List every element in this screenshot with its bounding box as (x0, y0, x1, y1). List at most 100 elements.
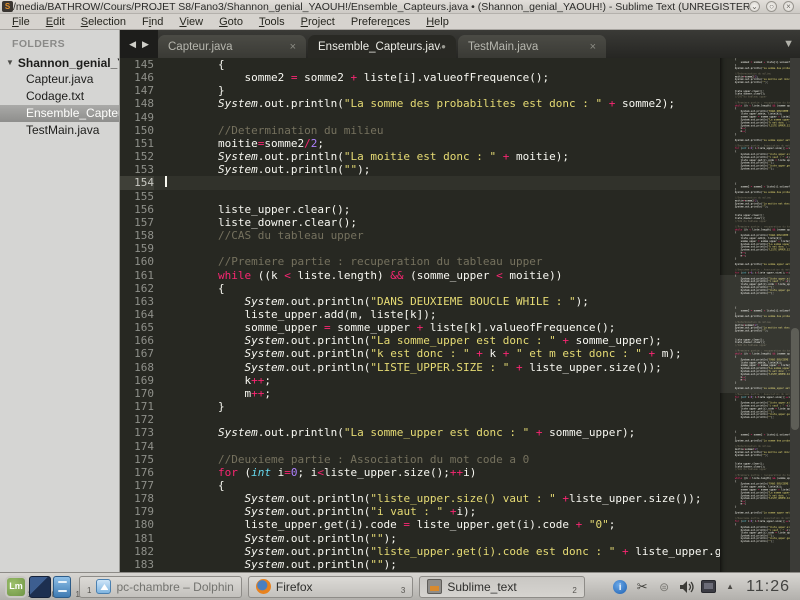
sidebar-file-codage-txt[interactable]: Codage.txt (0, 88, 119, 105)
sidebar-file-capteur-java[interactable]: Capteur.java (0, 71, 119, 88)
tray-panel-expand-arrow[interactable]: ▲ (722, 579, 738, 595)
file-manager-launcher[interactable]: 1 (53, 576, 75, 598)
code-line[interactable]: 179 System.out.println("i vaut : " +i); (120, 505, 720, 518)
tab-scroll-left-icon[interactable]: ◀ (129, 39, 136, 50)
code-line[interactable]: 162 { (120, 282, 720, 295)
menu-item-view[interactable]: View (171, 16, 211, 28)
tab-capteur-java[interactable]: Capteur.java× (158, 35, 306, 58)
code-editor: 145 {146 somme2 = somme2 + liste[i].valu… (120, 58, 800, 572)
folders-header: FOLDERS (0, 30, 119, 54)
task-badge: 2 (572, 586, 576, 595)
code-line[interactable]: 150 //Determination du milieu (120, 124, 720, 137)
tray-network-device[interactable]: ⊜ (656, 579, 672, 595)
code-line[interactable]: 170 m++; (120, 387, 720, 400)
tray-volume-speaker[interactable] (678, 579, 694, 595)
sidebar-file-ensemble-capteurs[interactable]: Ensemble_Capteurs (0, 105, 119, 122)
mint-menu-button[interactable]: Lm1 (5, 576, 27, 598)
tray-display-monitor[interactable] (700, 579, 716, 595)
tab-close-icon[interactable]: × (290, 41, 296, 53)
code-line[interactable]: 163 System.out.println("DANS DEUXIEME BO… (120, 295, 720, 308)
code-line[interactable]: 152 System.out.println("La moitie est do… (120, 150, 720, 163)
scrollbar-thumb[interactable] (791, 328, 799, 430)
mint-logo-icon: Lm (5, 576, 27, 598)
code-line[interactable]: 145 { (120, 58, 720, 71)
code-line[interactable]: 154 (120, 176, 720, 189)
code-pane[interactable]: 145 {146 somme2 = somme2 + liste[i].valu… (120, 58, 720, 572)
line-number: 150 (120, 124, 154, 137)
tray-update-notifier-shield[interactable]: i (612, 579, 628, 595)
line-number: 165 (120, 321, 154, 334)
line-number: 172 (120, 413, 154, 426)
close-button[interactable]: × (783, 1, 794, 12)
menu-item-file[interactable]: File (4, 16, 38, 28)
show-desktop-button[interactable]: 0 (29, 576, 51, 598)
menu-item-goto[interactable]: Goto (211, 16, 251, 28)
menu-item-selection[interactable]: Selection (73, 16, 134, 28)
code-line[interactable]: 177 { (120, 479, 720, 492)
tab-close-icon[interactable]: × (590, 41, 596, 53)
code-text: System.out.println("DANS DEUXIEME BOUCLE… (165, 295, 720, 308)
code-line[interactable]: 147 } (120, 84, 720, 97)
code-line[interactable]: 148 System.out.println("La somme des pro… (120, 97, 720, 110)
code-line[interactable]: 180 liste_upper.get(i).code = liste_uppe… (120, 518, 720, 531)
code-line[interactable]: 146 somme2 = somme2 + liste[i].valueofFr… (120, 71, 720, 84)
code-line[interactable]: 171 } (120, 400, 720, 413)
code-text: for (int i=0; i<liste_upper.size();++i) (165, 466, 720, 479)
taskbar-button-dolphin[interactable]: 1pc-chambre – Dolphin (79, 576, 242, 598)
code-text: liste_upper.clear(); (165, 203, 720, 216)
menu-item-find[interactable]: Find (134, 16, 171, 28)
code-line[interactable]: 183 System.out.println(""); (120, 558, 720, 571)
taskbar-button-sublime[interactable]: Sublime_text2 (419, 576, 584, 598)
code-line[interactable]: 174 (120, 440, 720, 453)
minimap-viewport[interactable] (720, 275, 790, 393)
tab-ensemble-capteurs-java[interactable]: Ensemble_Capteurs.java● (308, 35, 456, 58)
code-line[interactable]: 149 (120, 111, 720, 124)
tab-overflow-icon[interactable]: ▼ (783, 38, 794, 50)
code-line[interactable]: 157 liste_downer.clear(); (120, 216, 720, 229)
line-number: 170 (120, 387, 154, 400)
code-line[interactable]: 153 System.out.println(""); (120, 163, 720, 176)
line-number: 175 (120, 453, 154, 466)
code-line[interactable]: 164 liste_upper.add(m, liste[k]); (120, 308, 720, 321)
code-line[interactable]: 165 somme_upper = somme_upper + liste[k]… (120, 321, 720, 334)
tab-scroll-arrows[interactable]: ◀ ▶ (120, 30, 158, 58)
tab-scroll-right-icon[interactable]: ▶ (142, 39, 149, 50)
code-line[interactable]: 181 System.out.println(""); (120, 532, 720, 545)
code-line[interactable]: 182 System.out.println("liste_upper.get(… (120, 545, 720, 558)
code-line[interactable]: 175 //Deuxieme partie : Association du m… (120, 453, 720, 466)
code-text: System.out.println(""); (723, 416, 790, 419)
taskbar-button-firefox[interactable]: Firefox3 (248, 576, 413, 598)
menu-item-preferences[interactable]: Preferences (343, 16, 418, 28)
menu-item-help[interactable]: Help (418, 16, 457, 28)
menu-item-project[interactable]: Project (293, 16, 343, 28)
folder-expand-arrow-icon[interactable]: ▼ (6, 58, 14, 67)
code-line[interactable]: 173 System.out.println("La somme_upper e… (120, 426, 720, 439)
code-line[interactable]: 168 System.out.println("LISTE_UPPER.SIZE… (120, 361, 720, 374)
menu-item-tools[interactable]: Tools (251, 16, 293, 28)
code-line[interactable]: 176 for (int i=0; i<liste_upper.size();+… (120, 466, 720, 479)
tray-klipper-scissors[interactable]: ✂ (634, 579, 650, 595)
show-desktop-icon (29, 576, 51, 598)
code-line[interactable]: 156 liste_upper.clear(); (120, 203, 720, 216)
code-line[interactable]: 151 moitie=somme2/2; (120, 137, 720, 150)
sidebar-file-testmain-java[interactable]: TestMain.java (0, 122, 119, 139)
maximize-button[interactable]: ○ (766, 1, 777, 12)
vertical-scrollbar[interactable] (790, 58, 800, 572)
code-line[interactable]: 158 //CAS du tableau upper (120, 229, 720, 242)
minimize-button[interactable]: ⌄ (749, 1, 760, 12)
code-line[interactable]: 160 //Premiere partie : recuperation du … (120, 255, 720, 268)
code-line[interactable]: 169 k++; (120, 374, 720, 387)
code-text: System.out.println("liste_upper.get(i).c… (165, 545, 720, 558)
code-line[interactable]: 166 System.out.println("La somme_upper e… (120, 334, 720, 347)
code-line[interactable]: 178 System.out.println("liste_upper.size… (120, 492, 720, 505)
code-line[interactable]: 161 while ((k < liste.length) && (somme_… (120, 269, 720, 282)
sidebar-root-folder[interactable]: ▼ Shannon_genial_YAOUH! (0, 54, 119, 71)
code-line[interactable]: 172 (120, 413, 720, 426)
sublime-window-icon (427, 579, 442, 594)
code-line[interactable]: 167 System.out.println("k est donc : " +… (120, 347, 720, 360)
code-line[interactable]: 159 (120, 242, 720, 255)
window-titlebar[interactable]: S /media/BATHROW/Cours/PROJET S8/Fano3/S… (0, 0, 800, 14)
tab-testmain-java[interactable]: TestMain.java× (458, 35, 606, 58)
menu-item-edit[interactable]: Edit (38, 16, 73, 28)
code-line[interactable]: 155 (120, 190, 720, 203)
